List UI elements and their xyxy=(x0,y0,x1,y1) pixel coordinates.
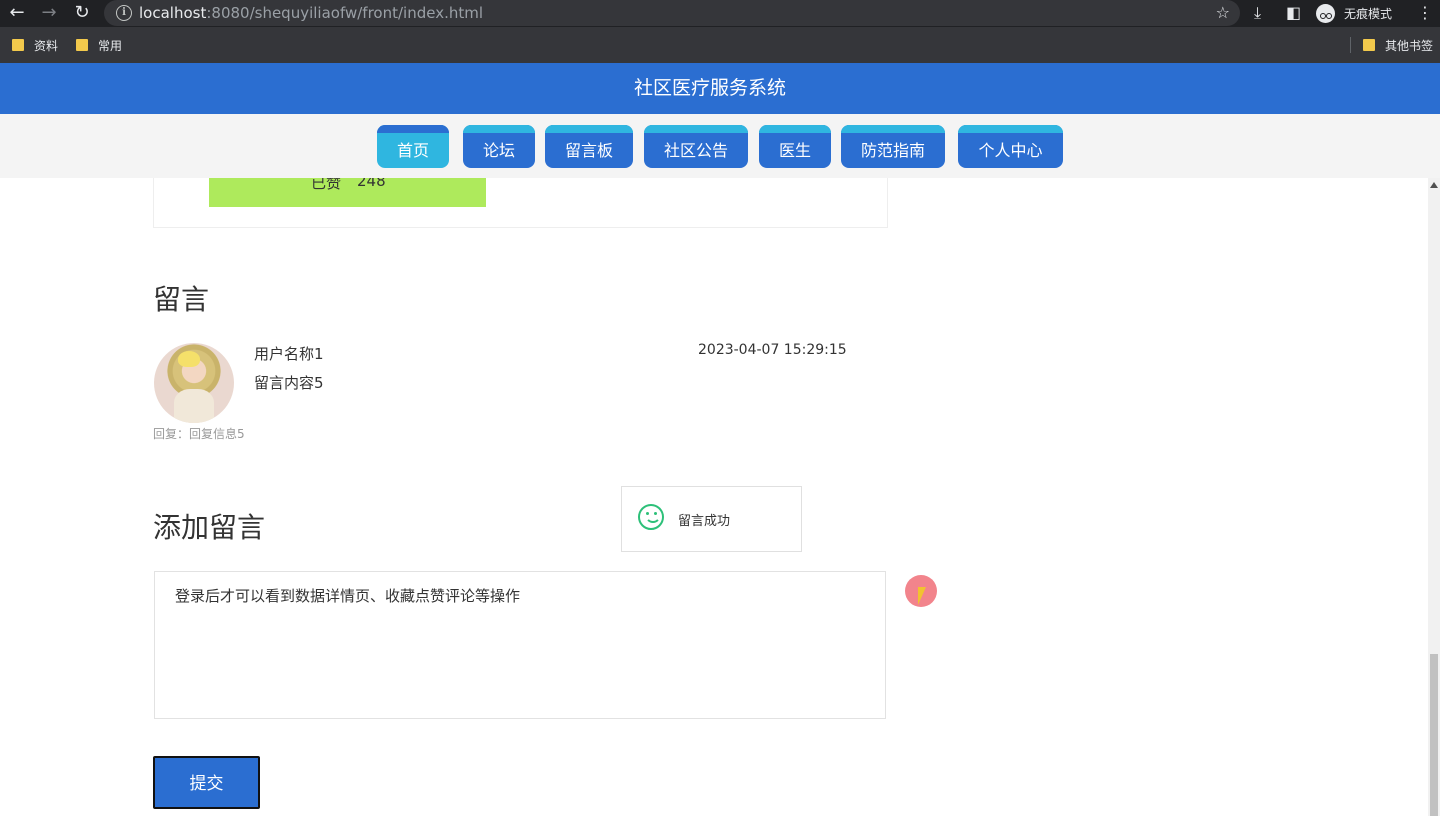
browser-toolbar: ← → ↻ i localhost:8080/shequyiliaofw/fro… xyxy=(0,0,1440,27)
success-toast: 留言成功 xyxy=(621,486,802,552)
messages-title: 留言 xyxy=(153,283,210,316)
url-text: localhost:8080/shequyiliaofw/front/index… xyxy=(139,4,484,22)
textarea-value: 登录后才可以看到数据详情页、收藏点赞评论等操作 xyxy=(175,587,521,605)
forward-arrow-icon[interactable]: → xyxy=(38,3,60,23)
bookmarks-bar: 资料 常用 其他书签 xyxy=(0,27,1440,63)
liked-label: 已赞 xyxy=(311,178,342,192)
page-scrollbar[interactable] xyxy=(1428,178,1440,816)
back-arrow-icon[interactable]: ← xyxy=(6,3,28,23)
add-message-title: 添加留言 xyxy=(153,511,266,544)
bookmark-folder-changyong[interactable]: 常用 xyxy=(76,37,122,53)
bookmark-folder-other[interactable]: 其他书签 xyxy=(1363,37,1433,53)
download-icon[interactable]: ⤓ xyxy=(1254,3,1261,23)
site-title: 社区医疗服务系统 xyxy=(633,77,786,99)
scroll-up-arrow-icon[interactable] xyxy=(1430,182,1438,188)
bookmark-folder-ziliao[interactable]: 资料 xyxy=(12,37,58,53)
incognito-badge[interactable]: 无痕模式 xyxy=(1311,2,1406,24)
page-content: 已赞 248 留言 用户名称1 留言内容5 2023-04-07 15:29:1… xyxy=(0,178,1428,816)
mouse-cursor-icon xyxy=(918,587,926,605)
message-reply: 回复：回复信息5 xyxy=(153,427,245,441)
nav-item-announcements[interactable]: 社区公告 xyxy=(644,125,748,168)
main-nav: 首页 论坛 留言板 社区公告 医生 防范指南 个人中心 xyxy=(0,114,1440,178)
nav-item-prevention-guide[interactable]: 防范指南 xyxy=(841,125,945,168)
incognito-icon xyxy=(1316,4,1335,23)
nav-item-forum[interactable]: 论坛 xyxy=(463,125,535,168)
nav-item-message-board[interactable]: 留言板 xyxy=(545,125,633,168)
nav-item-personal-center[interactable]: 个人中心 xyxy=(958,125,1063,168)
message-username: 用户名称1 xyxy=(254,345,324,363)
site-header: 社区医疗服务系统 xyxy=(0,63,1440,114)
incognito-label: 无痕模式 xyxy=(1344,7,1393,21)
address-bar[interactable]: i localhost:8080/shequyiliaofw/front/ind… xyxy=(104,0,1240,26)
folder-icon xyxy=(1363,39,1375,51)
nav-item-doctors[interactable]: 医生 xyxy=(759,125,831,168)
submit-button[interactable]: 提交 xyxy=(153,756,260,809)
nav-item-home[interactable]: 首页 xyxy=(377,125,449,168)
liked-button[interactable]: 已赞 248 xyxy=(209,178,486,207)
avatar xyxy=(154,343,234,423)
info-icon[interactable]: i xyxy=(116,5,132,21)
reload-icon[interactable]: ↻ xyxy=(71,3,93,23)
message-textarea[interactable]: 登录后才可以看到数据详情页、收藏点赞评论等操作 xyxy=(154,571,886,719)
bookmark-separator xyxy=(1350,37,1351,53)
liked-count: 248 xyxy=(357,178,386,190)
bookmark-star-icon[interactable]: ☆ xyxy=(1216,3,1230,22)
side-panel-icon[interactable]: ◧ xyxy=(1286,3,1301,23)
message-content: 留言内容5 xyxy=(254,374,324,392)
kebab-menu-icon[interactable]: ⋮ xyxy=(1417,3,1433,23)
folder-icon xyxy=(12,39,24,51)
folder-icon xyxy=(76,39,88,51)
detail-card: 已赞 248 xyxy=(153,178,888,228)
smile-icon xyxy=(638,504,664,530)
scroll-thumb[interactable] xyxy=(1430,654,1438,816)
message-time: 2023-04-07 15:29:15 xyxy=(698,342,847,358)
toast-text: 留言成功 xyxy=(678,514,731,529)
